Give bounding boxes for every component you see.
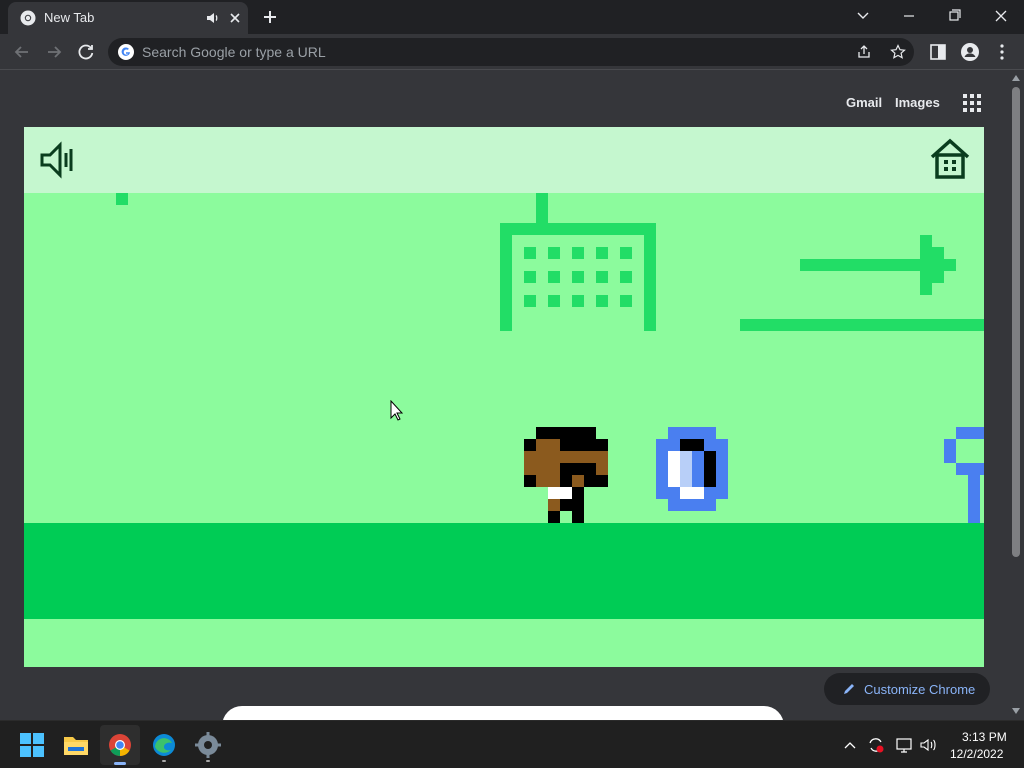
player-character <box>524 427 608 523</box>
reload-icon[interactable] <box>72 38 100 66</box>
tab-title: New Tab <box>44 10 95 25</box>
forward-icon[interactable] <box>40 38 68 66</box>
doodle-game-canvas[interactable] <box>24 127 984 667</box>
google-apps-icon[interactable] <box>960 91 984 115</box>
show-hidden-icons-icon[interactable] <box>842 737 858 753</box>
restore-icon[interactable] <box>932 0 978 32</box>
omnibox[interactable] <box>108 38 914 66</box>
volume-icon[interactable] <box>918 735 938 755</box>
network-icon[interactable] <box>894 735 914 755</box>
close-window-icon[interactable] <box>978 0 1024 32</box>
partial-blue-object <box>944 427 984 523</box>
speaker-icon[interactable] <box>38 139 80 181</box>
minimize-icon[interactable] <box>886 0 932 32</box>
share-icon[interactable] <box>856 44 872 60</box>
game-header-bar <box>24 127 984 193</box>
windows-taskbar: 3:13 PM 12/2/2022 <box>0 720 1024 768</box>
clock-date[interactable]: 12/2/2022 <box>950 747 1003 761</box>
game-ground <box>24 523 984 619</box>
chrome-icon <box>109 734 131 756</box>
clock-time[interactable]: 3:13 PM <box>962 730 1007 744</box>
scroll-up-icon[interactable] <box>1012 75 1020 81</box>
bookmark-star-icon[interactable] <box>890 44 906 60</box>
scroll-thumb[interactable] <box>1012 87 1020 557</box>
chrome-taskbar-button[interactable] <box>100 725 140 765</box>
customize-chrome-label: Customize Chrome <box>864 682 976 697</box>
new-tab-icon[interactable] <box>258 5 282 29</box>
house-icon[interactable] <box>928 137 972 181</box>
more-menu-icon[interactable] <box>988 38 1016 66</box>
mouse-cursor-icon <box>390 400 404 421</box>
gmail-link[interactable]: Gmail <box>846 95 882 110</box>
sync-status-icon[interactable] <box>866 735 886 755</box>
profile-icon[interactable] <box>956 38 984 66</box>
new-tab-page: Gmail Images Customize Chrome <box>0 71 1008 726</box>
customize-chrome-button[interactable]: Customize Chrome <box>824 673 990 705</box>
file-explorer-icon[interactable] <box>56 725 96 765</box>
back-icon[interactable] <box>8 38 36 66</box>
chrome-favicon-icon <box>20 10 36 26</box>
tab-audio-icon[interactable] <box>204 9 222 27</box>
tab-strip: New Tab <box>0 0 1024 34</box>
settings-icon[interactable] <box>188 725 228 765</box>
active-app-indicator <box>114 762 126 765</box>
gem-coin <box>656 427 728 511</box>
tab-close-icon[interactable] <box>226 9 244 27</box>
edge-icon[interactable] <box>144 725 184 765</box>
google-g-icon <box>118 44 134 60</box>
page-scrollbar[interactable] <box>1008 71 1024 720</box>
game-background-scenery <box>116 193 984 331</box>
images-link[interactable]: Images <box>895 95 940 110</box>
omnibox-input[interactable] <box>142 38 822 66</box>
side-panel-icon[interactable] <box>924 38 952 66</box>
tab-search-icon[interactable] <box>840 0 886 32</box>
start-icon[interactable] <box>12 725 52 765</box>
pencil-icon <box>844 684 854 694</box>
scroll-down-icon[interactable] <box>1012 708 1020 714</box>
game-floor-strip <box>24 619 984 667</box>
tab-new-tab[interactable]: New Tab <box>8 2 248 34</box>
browser-toolbar <box>0 34 1024 70</box>
